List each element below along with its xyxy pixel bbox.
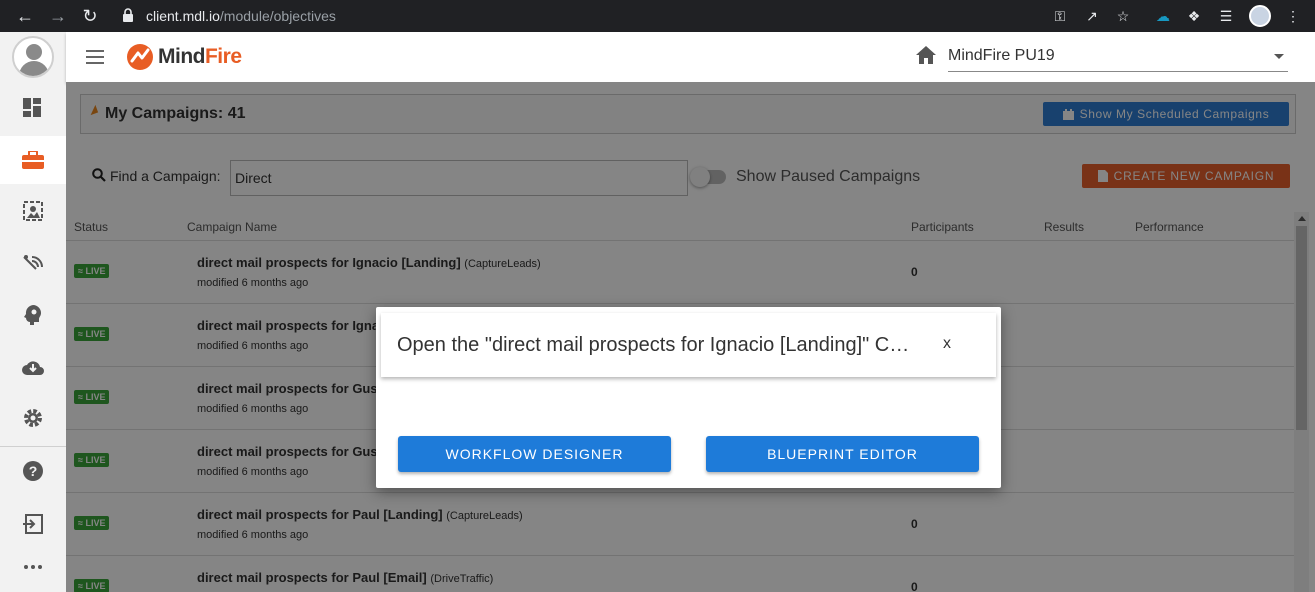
salesforce-icon[interactable]: ☁ (1154, 7, 1172, 25)
mindfire-logo-icon (127, 44, 153, 70)
account-select[interactable]: MindFire PU19 (948, 44, 1288, 72)
chevron-down-icon (1274, 54, 1284, 59)
url-host: client.mdl.io (146, 8, 220, 24)
logo-text-main: Mind (158, 45, 205, 68)
gear-icon[interactable] (0, 394, 66, 442)
user-avatar[interactable] (12, 36, 54, 78)
dialog-header: Open the "direct mail prospects for Igna… (381, 313, 996, 377)
dashboard-icon[interactable] (0, 84, 66, 132)
url-path: /module/objectives (219, 8, 336, 24)
sidebar: ? (0, 32, 66, 592)
app-header: MindFire MindFire PU19 (66, 32, 1315, 82)
lock-icon (123, 8, 133, 22)
back-arrow-icon[interactable]: ← (14, 5, 36, 27)
logo-text: MindFire (158, 45, 242, 69)
blueprint-editor-button[interactable]: BLUEPRINT EDITOR (706, 436, 979, 472)
account-name: MindFire PU19 (948, 47, 1055, 64)
star-icon[interactable]: ☆ (1114, 7, 1132, 25)
key-icon[interactable]: ⚿ (1051, 7, 1069, 25)
help-icon[interactable]: ? (0, 447, 66, 495)
browser-toolbar: ← → ↻ client.mdl.io/module/objectives ⚿ … (0, 0, 1315, 32)
svg-text:?: ? (29, 463, 38, 479)
logout-icon[interactable] (0, 500, 66, 548)
forward-arrow-icon[interactable]: → (47, 5, 69, 27)
home-icon (916, 46, 936, 64)
url-text: client.mdl.io/module/objectives (146, 8, 336, 24)
briefcase-icon[interactable] (0, 136, 66, 184)
signal-icon[interactable] (0, 239, 66, 287)
close-button[interactable]: x (943, 335, 951, 353)
reload-icon[interactable]: ↻ (79, 5, 101, 27)
logo-text-accent: Fire (204, 45, 242, 68)
profile-avatar[interactable] (1249, 5, 1271, 27)
open-campaign-dialog: Open the "direct mail prospects for Igna… (376, 307, 1001, 488)
more-vert-icon[interactable]: ⋮ (1284, 7, 1302, 25)
cloud-download-icon[interactable] (0, 343, 66, 391)
more-horiz-icon[interactable] (0, 543, 66, 591)
lightbulb-head-icon[interactable] (0, 291, 66, 339)
workflow-designer-button[interactable]: WORKFLOW DESIGNER (398, 436, 671, 472)
extensions-icon[interactable]: ❖ (1185, 7, 1203, 25)
media-icon[interactable] (0, 187, 66, 235)
reading-list-icon[interactable]: ☰ (1217, 7, 1235, 25)
share-icon[interactable]: ↗ (1083, 7, 1101, 25)
dialog-title: Open the "direct mail prospects for Igna… (397, 334, 913, 356)
menu-icon[interactable] (86, 50, 104, 64)
